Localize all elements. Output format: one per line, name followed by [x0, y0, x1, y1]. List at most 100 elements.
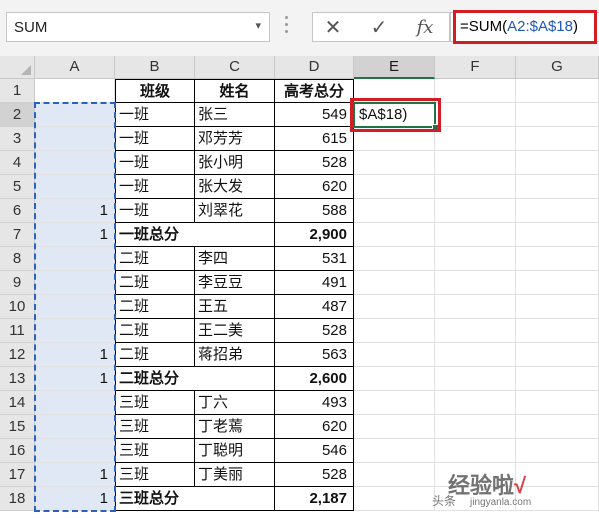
- enter-icon[interactable]: ✓: [363, 16, 395, 40]
- table-header-class[interactable]: 班级: [115, 79, 195, 103]
- cell-empty[interactable]: [435, 391, 516, 415]
- table-row-class[interactable]: 三班: [115, 415, 195, 439]
- select-all-corner[interactable]: [0, 56, 35, 79]
- table-row-class[interactable]: 三班: [115, 391, 195, 415]
- column-header-d[interactable]: D: [275, 56, 354, 79]
- name-box[interactable]: SUM ▾: [6, 12, 270, 42]
- cell-empty[interactable]: [354, 247, 435, 271]
- cell-empty[interactable]: [435, 223, 516, 247]
- table-row-name[interactable]: 丁六: [195, 391, 275, 415]
- cell-empty[interactable]: [354, 295, 435, 319]
- cell-empty[interactable]: [354, 487, 435, 511]
- cell-empty[interactable]: [516, 319, 599, 343]
- splitter-handle[interactable]: [282, 13, 290, 41]
- table-row-class[interactable]: 二班: [115, 271, 195, 295]
- row-header-4[interactable]: 4: [0, 151, 35, 175]
- table-row-score[interactable]: 528: [275, 151, 354, 175]
- cell-empty[interactable]: [516, 223, 599, 247]
- cell-empty[interactable]: [354, 463, 435, 487]
- table-row-score[interactable]: 493: [275, 391, 354, 415]
- table-row-score[interactable]: 563: [275, 343, 354, 367]
- cell-empty[interactable]: [516, 271, 599, 295]
- table-row-name[interactable]: 张三: [195, 103, 275, 127]
- column-header-c[interactable]: C: [195, 56, 275, 79]
- row-header-9[interactable]: 9: [0, 271, 35, 295]
- cell-empty[interactable]: [435, 247, 516, 271]
- table-row-total-label[interactable]: 三班总分: [115, 487, 275, 511]
- table-row-class[interactable]: 二班: [115, 295, 195, 319]
- table-row-class[interactable]: 二班: [115, 343, 195, 367]
- cell-empty[interactable]: [354, 223, 435, 247]
- cell-empty[interactable]: [354, 175, 435, 199]
- row-header-16[interactable]: 16: [0, 439, 35, 463]
- cell-empty[interactable]: [354, 271, 435, 295]
- row-header-18[interactable]: 18: [0, 487, 35, 511]
- table-row-score[interactable]: 615: [275, 127, 354, 151]
- cell-empty[interactable]: [516, 79, 599, 103]
- table-row-score[interactable]: 528: [275, 463, 354, 487]
- table-row-total-label[interactable]: 二班总分: [115, 367, 275, 391]
- cell-empty[interactable]: [435, 367, 516, 391]
- table-row-name[interactable]: 丁老蔫: [195, 415, 275, 439]
- row-header-3[interactable]: 3: [0, 127, 35, 151]
- column-header-e[interactable]: E: [354, 56, 435, 79]
- cell-empty[interactable]: [435, 295, 516, 319]
- row-header-15[interactable]: 15: [0, 415, 35, 439]
- cell-empty[interactable]: [354, 319, 435, 343]
- cell-empty[interactable]: [516, 127, 599, 151]
- row-header-1[interactable]: 1: [0, 79, 35, 103]
- table-row-class[interactable]: 二班: [115, 319, 195, 343]
- table-row-class[interactable]: 三班: [115, 439, 195, 463]
- table-row-name[interactable]: 王五: [195, 295, 275, 319]
- cell-empty[interactable]: [516, 175, 599, 199]
- cell-empty[interactable]: [516, 391, 599, 415]
- insert-function-icon[interactable]: fx: [409, 16, 441, 40]
- cell-empty[interactable]: [354, 415, 435, 439]
- cancel-icon[interactable]: ✕: [317, 16, 349, 40]
- column-header-g[interactable]: G: [516, 56, 599, 79]
- table-row-name[interactable]: 丁聪明: [195, 439, 275, 463]
- cell-empty[interactable]: [435, 199, 516, 223]
- cell-empty[interactable]: [516, 103, 599, 127]
- table-row-class[interactable]: 二班: [115, 247, 195, 271]
- table-row-name[interactable]: 王二美: [195, 319, 275, 343]
- row-header-12[interactable]: 12: [0, 343, 35, 367]
- table-row-score[interactable]: 528: [275, 319, 354, 343]
- table-row-class[interactable]: 一班: [115, 199, 195, 223]
- cell-empty[interactable]: [516, 199, 599, 223]
- cell-empty[interactable]: [435, 103, 516, 127]
- formula-input[interactable]: =SUM(A2:$A$18): [450, 12, 599, 42]
- cell-empty[interactable]: [435, 175, 516, 199]
- table-row-total-score[interactable]: 2,900: [275, 223, 354, 247]
- table-row-class[interactable]: 一班: [115, 175, 195, 199]
- row-header-11[interactable]: 11: [0, 319, 35, 343]
- table-row-score[interactable]: 549: [275, 103, 354, 127]
- table-row-total-label[interactable]: 一班总分: [115, 223, 275, 247]
- table-row-name[interactable]: 蒋招弟: [195, 343, 275, 367]
- cell-empty[interactable]: [354, 79, 435, 103]
- table-row-score[interactable]: 588: [275, 199, 354, 223]
- cell-empty[interactable]: [435, 319, 516, 343]
- column-header-b[interactable]: B: [115, 56, 195, 79]
- row-header-6[interactable]: 6: [0, 199, 35, 223]
- table-header-score[interactable]: 高考总分: [275, 79, 354, 103]
- cell-empty[interactable]: [516, 343, 599, 367]
- table-row-score[interactable]: 487: [275, 295, 354, 319]
- row-header-17[interactable]: 17: [0, 463, 35, 487]
- cell-empty[interactable]: [435, 343, 516, 367]
- cell-empty[interactable]: [516, 463, 599, 487]
- table-row-name[interactable]: 丁美丽: [195, 463, 275, 487]
- cell-empty[interactable]: [516, 439, 599, 463]
- cell-empty[interactable]: [435, 415, 516, 439]
- row-header-13[interactable]: 13: [0, 367, 35, 391]
- table-row-score[interactable]: 531: [275, 247, 354, 271]
- cell-empty[interactable]: [516, 415, 599, 439]
- table-row-total-score[interactable]: 2,187: [275, 487, 354, 511]
- row-header-5[interactable]: 5: [0, 175, 35, 199]
- table-header-name[interactable]: 姓名: [195, 79, 275, 103]
- column-header-f[interactable]: F: [435, 56, 516, 79]
- cell-empty[interactable]: [516, 151, 599, 175]
- row-header-8[interactable]: 8: [0, 247, 35, 271]
- table-row-score[interactable]: 620: [275, 415, 354, 439]
- column-header-a[interactable]: A: [35, 56, 115, 79]
